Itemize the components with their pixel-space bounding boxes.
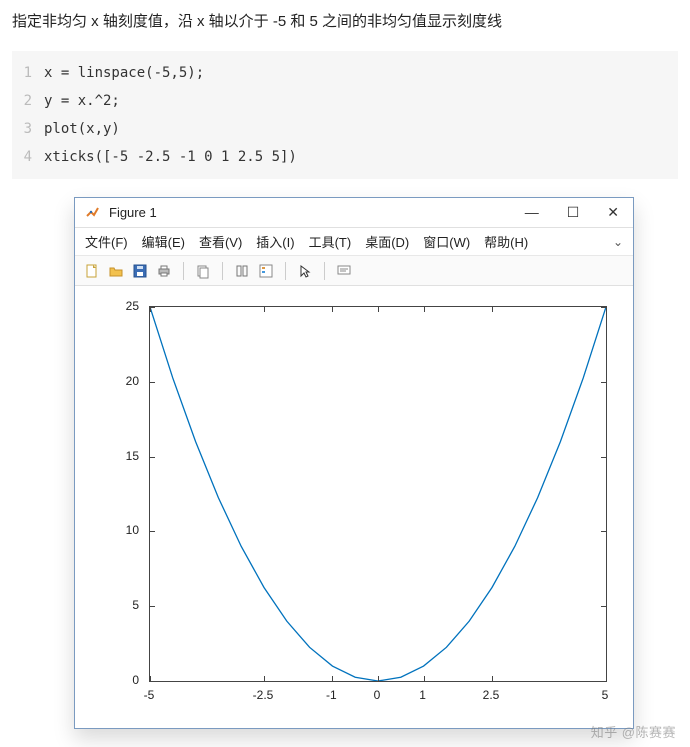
link-icon[interactable] [233, 262, 251, 280]
toolbar-separator [285, 262, 286, 280]
x-tick-label: 2.5 [483, 688, 500, 702]
code-block: 1x = linspace(-5,5); 2y = x.^2; 3plot(x,… [12, 51, 678, 179]
x-tick-label: -5 [144, 688, 155, 702]
x-tick-label: 5 [602, 688, 609, 702]
plot-curve [150, 307, 606, 681]
y-tick-label: 15 [126, 449, 139, 463]
x-tick-label: 1 [419, 688, 426, 702]
code-line: xticks([-5 -2.5 -1 0 1 2.5 5]) [44, 143, 297, 171]
page-description: 指定非均匀 x 轴刻度值，沿 x 轴以介于 -5 和 5 之间的非均匀值显示刻度… [0, 0, 690, 45]
toolbar-separator [324, 262, 325, 280]
x-tick-label: -2.5 [253, 688, 274, 702]
menu-desktop[interactable]: 桌面(D) [365, 232, 409, 251]
line-number: 1 [22, 59, 44, 87]
y-tick-label: 20 [126, 374, 139, 388]
cursor-icon[interactable] [296, 262, 314, 280]
maximize-button[interactable]: ☐ [563, 202, 584, 223]
open-icon[interactable] [107, 262, 125, 280]
menu-tools[interactable]: 工具(T) [309, 232, 352, 251]
menu-file[interactable]: 文件(F) [85, 232, 128, 251]
plot-area: 0 5 10 15 20 25 -5 -2.5 -1 0 1 2.5 5 [75, 286, 633, 728]
code-line: y = x.^2; [44, 87, 120, 115]
y-tick-label: 25 [126, 299, 139, 313]
window-title: Figure 1 [109, 205, 157, 220]
menu-window[interactable]: 窗口(W) [423, 232, 470, 251]
menubar: 文件(F) 编辑(E) 查看(V) 插入(I) 工具(T) 桌面(D) 窗口(W… [75, 228, 633, 256]
x-tick-label: 0 [374, 688, 381, 702]
menu-insert[interactable]: 插入(I) [256, 232, 294, 251]
line-number: 3 [22, 115, 44, 143]
y-axis-ticks: 0510152025 [97, 304, 145, 706]
axes[interactable]: 0510152025 -5-2.5-1012.55 [97, 304, 611, 706]
copy-icon[interactable] [194, 262, 212, 280]
print-icon[interactable] [155, 262, 173, 280]
menu-view[interactable]: 查看(V) [199, 232, 242, 251]
toolbar [75, 256, 633, 286]
toolbar-separator [222, 262, 223, 280]
y-tick-label: 0 [132, 673, 139, 687]
code-line: plot(x,y) [44, 115, 120, 143]
toolbar-separator [183, 262, 184, 280]
line-number: 2 [22, 87, 44, 115]
plot-box [149, 306, 607, 682]
minimize-button[interactable]: — [521, 202, 543, 223]
close-button[interactable]: ✕ [603, 202, 623, 223]
y-tick-label: 10 [126, 523, 139, 537]
menu-help[interactable]: 帮助(H) [484, 232, 528, 251]
save-icon[interactable] [131, 262, 149, 280]
new-icon[interactable] [83, 262, 101, 280]
figure-window: Figure 1 — ☐ ✕ 文件(F) 编辑(E) 查看(V) 插入(I) 工… [74, 197, 634, 729]
watermark: 知乎 @陈赛赛 [591, 722, 676, 741]
code-line: x = linspace(-5,5); [44, 59, 204, 87]
titlebar[interactable]: Figure 1 — ☐ ✕ [75, 198, 633, 228]
menu-overflow-icon[interactable]: ⌄ [613, 235, 623, 249]
line-number: 4 [22, 143, 44, 171]
legend-icon[interactable] [257, 262, 275, 280]
menu-edit[interactable]: 编辑(E) [142, 232, 185, 251]
matlab-icon [85, 205, 101, 221]
datatip-icon[interactable] [335, 262, 353, 280]
y-tick-label: 5 [132, 598, 139, 612]
x-axis-ticks: -5-2.5-1012.55 [149, 684, 607, 706]
x-tick-label: -1 [326, 688, 337, 702]
